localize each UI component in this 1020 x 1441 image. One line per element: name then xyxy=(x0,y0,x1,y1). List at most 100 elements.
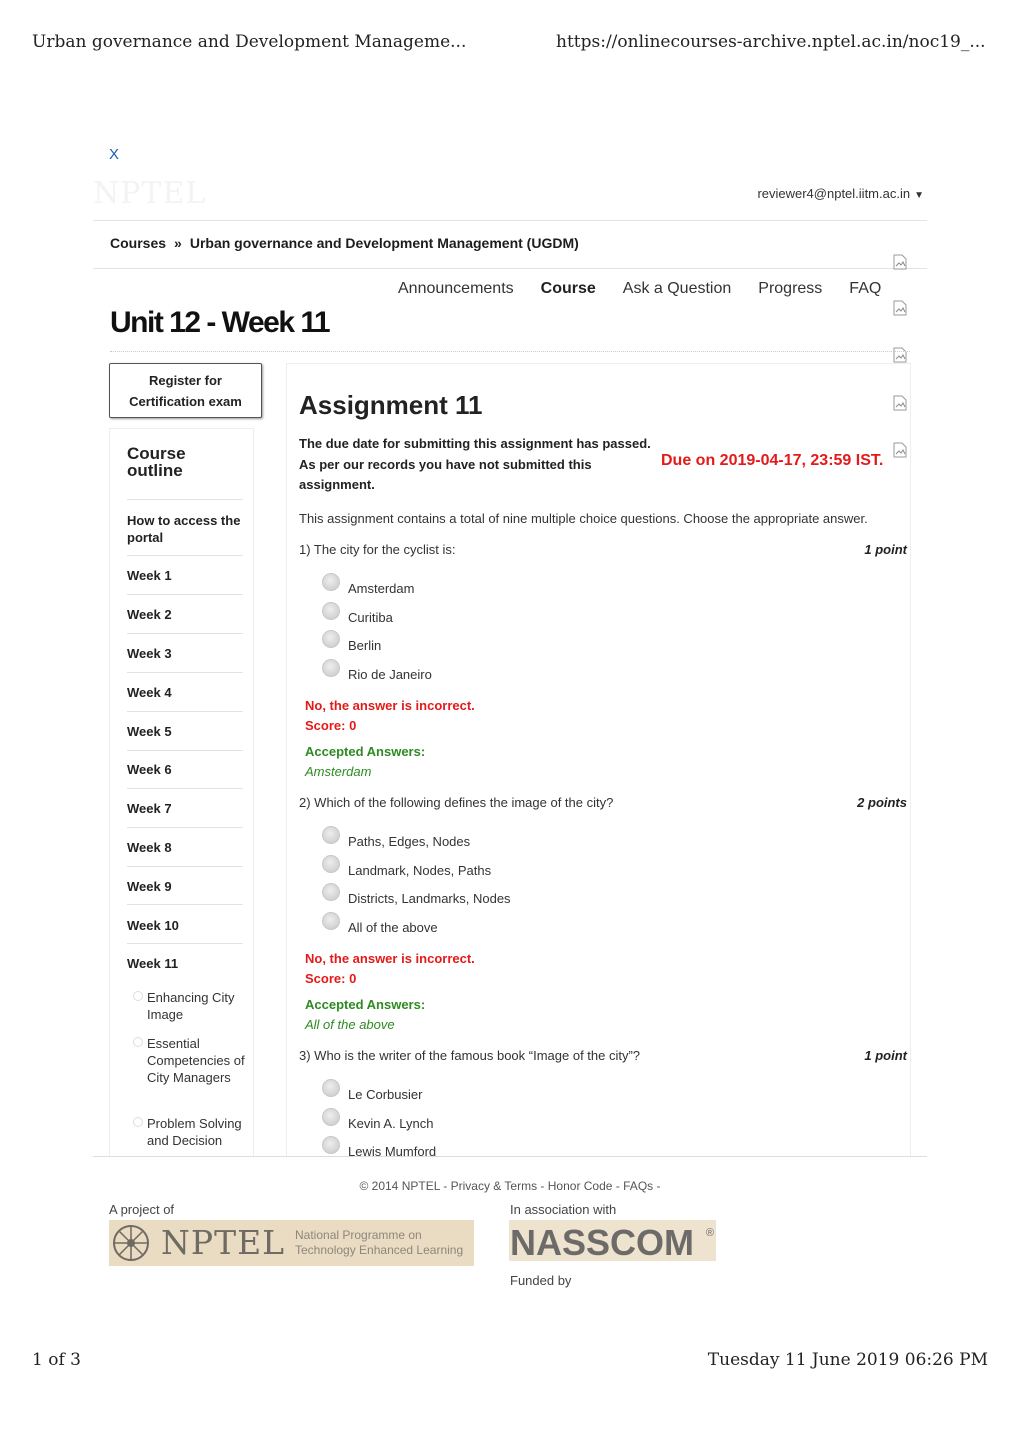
chevron-down-icon: ▼ xyxy=(914,190,924,201)
nasscom-logo[interactable]: NASSCOM ® xyxy=(509,1220,716,1263)
course-outline-title-line1: Course xyxy=(127,444,186,463)
radio-button[interactable] xyxy=(322,1079,340,1097)
nptel-wheel-icon xyxy=(113,1225,149,1261)
question-points: 1 point xyxy=(864,1048,907,1063)
due-message-line1: The due date for submitting this assignm… xyxy=(299,436,651,451)
assignment-panel: Assignment 11 The due date for submittin… xyxy=(286,363,911,1156)
sidebar-item-week-1[interactable]: Week 1 xyxy=(127,567,245,584)
privacy-terms-link[interactable]: Privacy & Terms xyxy=(451,1179,537,1193)
radio-button[interactable] xyxy=(322,659,340,677)
divider xyxy=(110,351,910,352)
breadcrumb: Courses » Urban governance and Development… xyxy=(110,235,579,251)
lesson-item[interactable]: Essential Competencies of City Managers xyxy=(133,1035,245,1086)
radio-button[interactable] xyxy=(322,883,340,901)
divider xyxy=(127,711,243,712)
sidebar-item-week-8[interactable]: Week 8 xyxy=(127,839,245,856)
print-page-title: Urban governance and Development Managem… xyxy=(32,32,467,52)
sidebar-item-week-11[interactable]: Week 11 xyxy=(127,955,245,972)
breadcrumb-course[interactable]: Urban governance and Development Managem… xyxy=(190,235,579,251)
option-label: All of the above xyxy=(348,920,438,935)
divider xyxy=(127,827,243,828)
nav-progress[interactable]: Progress xyxy=(758,280,822,298)
sidebar-item-week-6[interactable]: Week 6 xyxy=(127,761,245,778)
nasscom-logo-word: NASSCOM xyxy=(510,1222,695,1263)
nav-course[interactable]: Course xyxy=(541,280,596,298)
option-label: Landmark, Nodes, Paths xyxy=(348,863,492,878)
nptel-logo-sub1: National Programme on xyxy=(295,1228,422,1242)
broken-image-icon xyxy=(893,347,907,363)
nav-faq[interactable]: FAQ xyxy=(849,280,881,298)
page-title: Unit 12 - Week 11 xyxy=(110,306,331,339)
divider xyxy=(127,788,243,789)
funded-by-label: Funded by xyxy=(510,1273,572,1288)
print-datetime: Tuesday 11 June 2019 06:26 PM xyxy=(707,1350,988,1370)
divider xyxy=(127,499,243,500)
option-label: Rio de Janeiro xyxy=(348,667,432,682)
course-outline-title: Course outline xyxy=(127,445,186,479)
assignment-title: Assignment 11 xyxy=(299,390,483,420)
broken-image-icon xyxy=(893,300,907,316)
radio-button[interactable] xyxy=(322,602,340,620)
breadcrumb-courses[interactable]: Courses xyxy=(110,235,166,251)
register-exam-button[interactable]: Register for Certification exam xyxy=(109,363,262,418)
register-label-line2: Certification exam xyxy=(129,394,242,409)
sidebar-item-how-to-access[interactable]: How to access the portal xyxy=(127,512,245,546)
radio-button[interactable] xyxy=(322,1136,340,1154)
project-of-label: A project of xyxy=(109,1202,175,1217)
sidebar-item-week-9[interactable]: Week 9 xyxy=(127,878,245,895)
divider xyxy=(127,594,243,595)
divider xyxy=(127,633,243,634)
option-label: Curitiba xyxy=(348,610,393,625)
option-label: Amsterdam xyxy=(348,581,415,596)
option-label: Paths, Edges, Nodes xyxy=(348,834,471,849)
lesson-status-icon xyxy=(133,991,143,1001)
nptel-footer-logo[interactable]: NPTEL National Programme on Technology E… xyxy=(109,1220,474,1266)
link-separator: - xyxy=(537,1179,548,1193)
sidebar-item-week-2[interactable]: Week 2 xyxy=(127,606,245,623)
score: Score: 0 xyxy=(305,718,357,733)
divider xyxy=(127,555,243,556)
nptel-logo[interactable]: NPTEL xyxy=(93,176,206,211)
sidebar-item-week-10[interactable]: Week 10 xyxy=(127,917,245,934)
page-number: 1 of 3 xyxy=(32,1350,81,1370)
lesson-status-icon xyxy=(133,1037,143,1047)
close-button[interactable]: X xyxy=(109,146,119,163)
nav-ask-question[interactable]: Ask a Question xyxy=(623,280,732,298)
radio-button[interactable] xyxy=(322,826,340,844)
divider xyxy=(127,943,243,944)
broken-image-icon xyxy=(893,254,907,270)
question-text: 1) The city for the cyclist is: xyxy=(299,542,456,557)
copyright-text: © 2014 NPTEL - xyxy=(359,1179,448,1193)
radio-button[interactable] xyxy=(322,912,340,930)
print-footer: 1 of 3 Tuesday 11 June 2019 06:26 PM xyxy=(0,1350,1020,1374)
option-label: Districts, Landmarks, Nodes xyxy=(348,891,511,906)
sidebar-item-week-3[interactable]: Week 3 xyxy=(127,645,245,662)
nptel-logo-sub2: Technology Enhanced Learning xyxy=(295,1243,464,1257)
accepted-answer: Amsterdam xyxy=(305,764,372,779)
question-points: 1 point xyxy=(864,542,907,557)
feedback-incorrect: No, the answer is incorrect. xyxy=(305,951,475,966)
question-text: 2) Which of the following defines the im… xyxy=(299,795,614,810)
divider xyxy=(127,672,243,673)
faqs-link[interactable]: FAQs xyxy=(623,1179,653,1193)
course-outline-title-line2: outline xyxy=(127,461,183,480)
radio-button[interactable] xyxy=(322,1108,340,1126)
score: Score: 0 xyxy=(305,971,357,986)
sidebar-item-week-4[interactable]: Week 4 xyxy=(127,684,245,701)
lesson-item[interactable]: Enhancing City Image xyxy=(133,989,245,1023)
sidebar-item-week-5[interactable]: Week 5 xyxy=(127,723,245,740)
radio-button[interactable] xyxy=(322,573,340,591)
radio-button[interactable] xyxy=(322,630,340,648)
nav-announcements[interactable]: Announcements xyxy=(398,280,514,298)
honor-code-link[interactable]: Honor Code xyxy=(548,1179,613,1193)
feedback-incorrect: No, the answer is incorrect. xyxy=(305,698,475,713)
lesson-label: Enhancing City Image xyxy=(147,990,235,1022)
radio-button[interactable] xyxy=(322,855,340,873)
association-label: In association with xyxy=(510,1202,617,1217)
divider xyxy=(93,268,927,269)
lesson-item[interactable]: Problem Solving and Decision xyxy=(133,1115,245,1149)
due-date: Due on 2019-04-17, 23:59 IST. xyxy=(661,452,884,469)
user-menu[interactable]: reviewer4@nptel.iitm.ac.in ▼ xyxy=(757,186,924,201)
sidebar-item-week-7[interactable]: Week 7 xyxy=(127,800,245,817)
divider xyxy=(127,904,243,905)
